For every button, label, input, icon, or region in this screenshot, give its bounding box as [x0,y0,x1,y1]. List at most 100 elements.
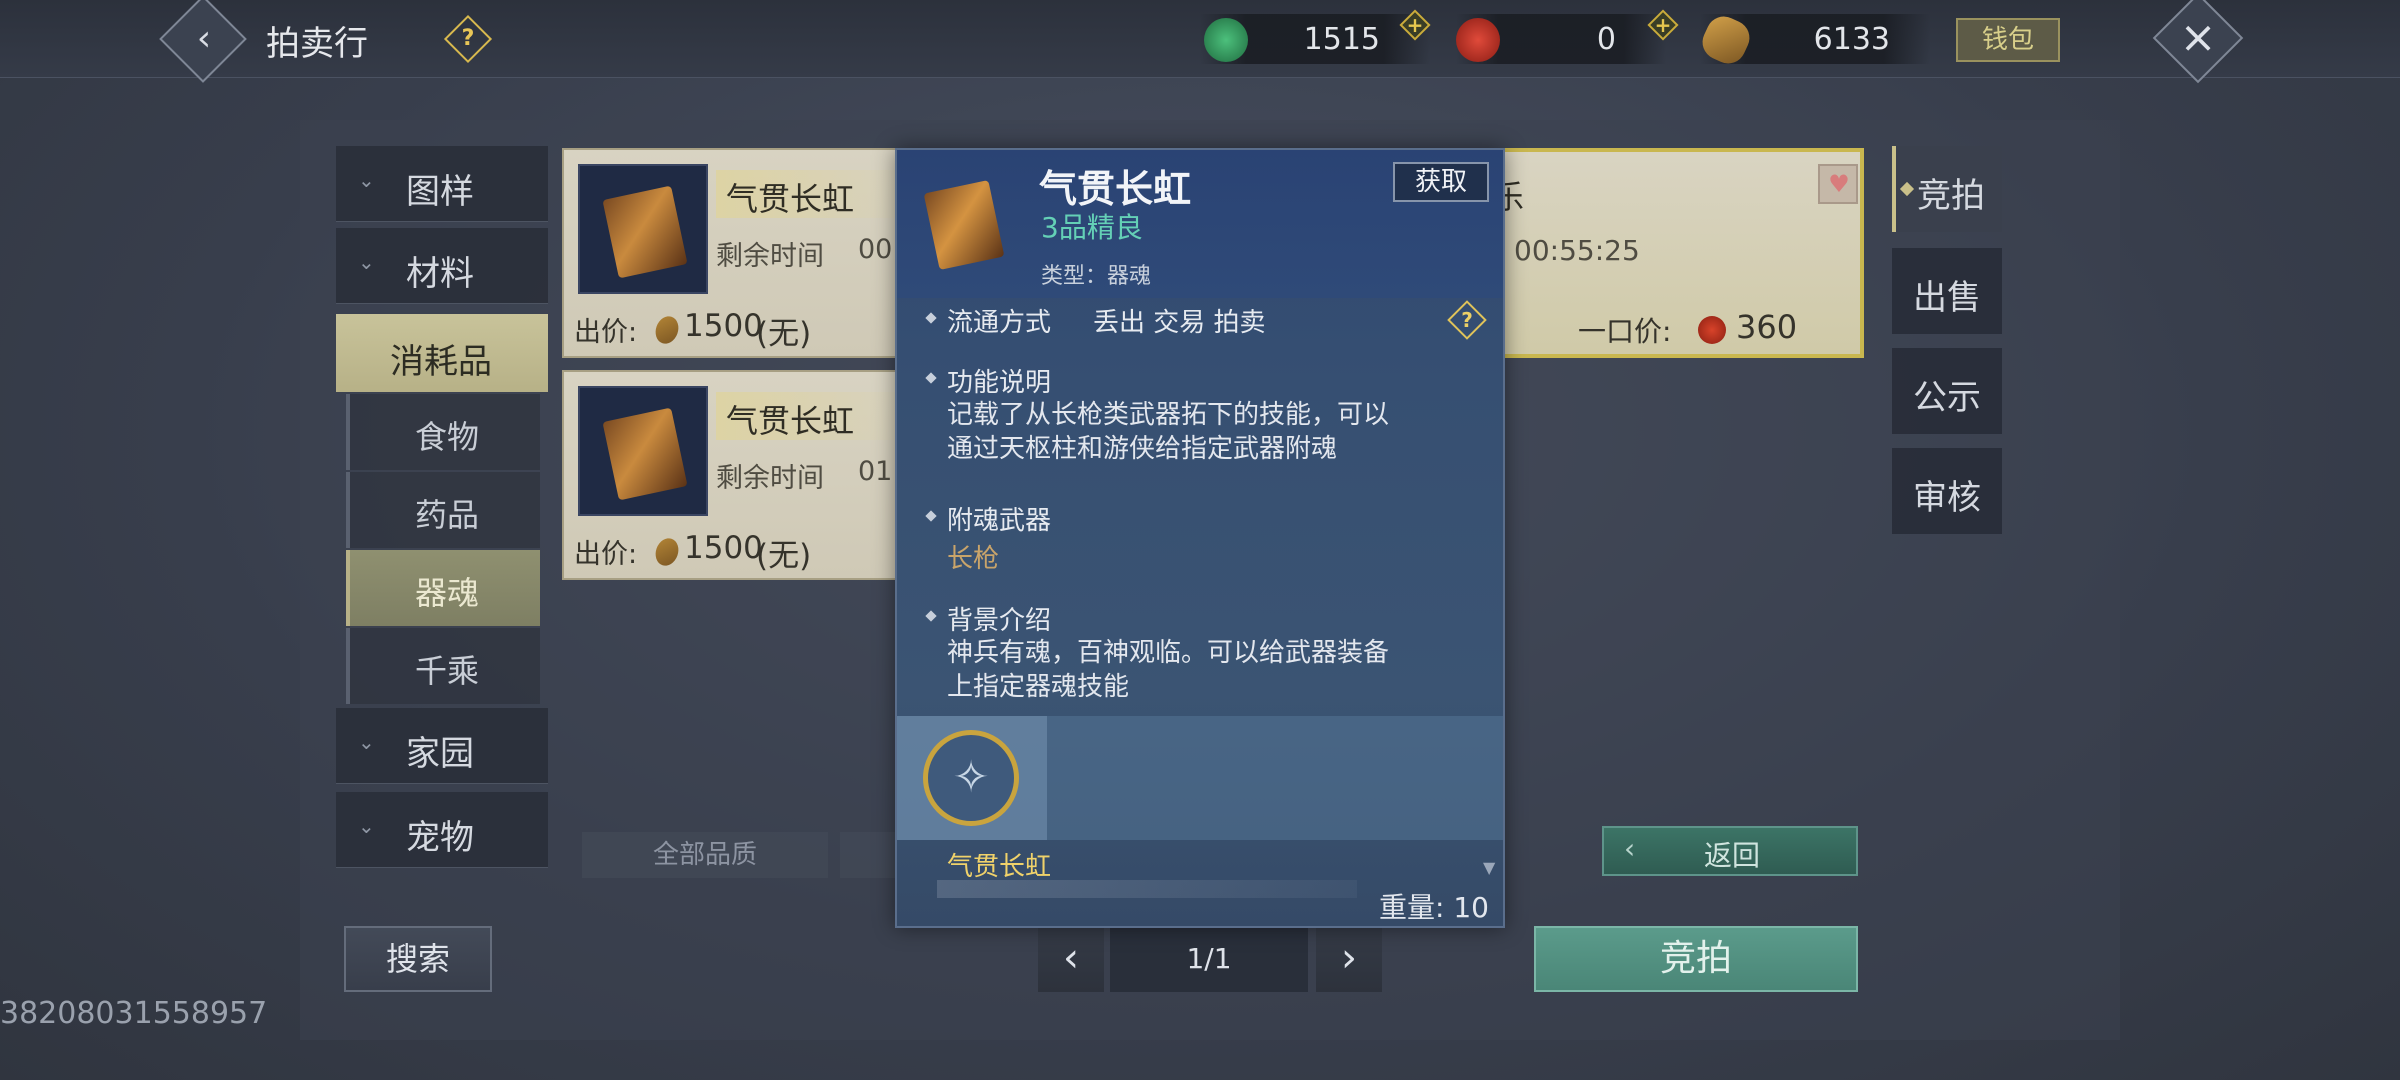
tab-public[interactable]: 公示 [1892,348,2002,434]
soul-skill-slot[interactable]: ✧ [897,716,1047,840]
price-label: 出价: [574,317,638,348]
obtain-button[interactable]: 获取 [1393,162,1489,202]
trade-value: 丢出 交易 拍卖 [1093,308,1266,338]
category-consumables[interactable]: 消耗品 [336,314,548,392]
plus-icon[interactable]: + [1652,10,1674,40]
time-label: 剩余时间 [716,241,824,272]
background-text: 上指定器魂技能 [947,672,1130,702]
bullet-icon [925,610,937,622]
tooltip-item-name: 气贯长虹 [1039,167,1192,211]
soul-skill-row: ✧ [897,716,1503,840]
top-bar: ‹ 拍卖行 ? 1515 + 0 + 6133 钱包 × [0,0,2400,84]
buyout-label: 一口价: [1578,315,1672,348]
secondary-filter[interactable] [840,832,900,878]
category-label: 家园 [406,734,474,774]
tab-label: 出售 [1913,278,1981,318]
subcategory-medicine[interactable]: 药品 [346,472,540,548]
copper-coin-icon [1696,10,1756,70]
currency-value: 6133 [1813,22,1890,57]
page-title: 拍卖行 [266,24,368,64]
item-weight: 重量: 10 [1379,891,1489,924]
bullet-icon [925,510,937,522]
currency-jade: 1515 [1200,14,1430,64]
category-materials[interactable]: ⌄ 材料 [336,228,548,304]
chevron-down-icon: ⌄ [358,814,375,838]
subcategory-food[interactable]: 食物 [346,394,540,470]
buyout-value: 360 [1736,308,1798,346]
question-icon[interactable]: ? [1453,302,1481,338]
tooltip-header: 气贯长虹 3品精良 类型：器魂 获取 [897,150,1503,298]
chevron-down-icon: ⌄ [358,250,375,274]
time-value: 00 [858,234,893,265]
price-note: (无) [756,538,812,574]
tab-label: 竞拍 [1917,176,1985,216]
quality-filter[interactable]: 全部品质 [582,832,828,878]
time-value: 01 [858,456,893,487]
return-label: 返回 [1703,839,1760,872]
item-name: 气贯长虹 [726,180,855,218]
chevron-down-icon: ⌄ [358,730,375,754]
time-value: 00:55:25 [1514,234,1640,267]
price-label: 出价: [574,539,638,570]
tooltip-grade: 3品精良 [1041,211,1143,244]
page-indicator: 1/1 [1110,926,1308,992]
chevron-down-icon: ⌄ [358,168,375,192]
category-patterns[interactable]: ⌄ 图样 [336,146,548,222]
bullet-icon [925,312,937,324]
dragon-icon: ✧ [952,752,990,803]
trade-title: 流通方式 [947,308,1052,338]
tab-review[interactable]: 审核 [1892,448,2002,534]
tooltip-thumbnail [917,176,1013,272]
subcategory-label: 千乘 [414,652,479,690]
subcategory-chariot[interactable]: 千乘 [346,628,540,704]
item-name: 气贯长虹 [726,402,855,440]
scroll-icon [602,407,688,501]
question-icon[interactable]: ? [451,20,485,58]
player-uid: 38208031558957 [0,996,268,1031]
close-icon[interactable]: × [2166,6,2230,70]
currency-copper: 6133 [1696,10,1930,70]
tooltip-type: 类型：器魂 [1041,264,1152,289]
item-tooltip: 气贯长虹 3品精良 类型：器魂 获取 流通方式 丢出 交易 拍卖 ? 功能说明 … [895,148,1505,928]
scroll-icon [602,185,688,279]
tab-sell[interactable]: 出售 [1892,248,2002,334]
wallet-button[interactable]: 钱包 [1956,18,2060,62]
subcategory-weapon-soul[interactable]: 器魂 [346,550,540,626]
tab-label: 审核 [1913,478,1981,518]
weapon-value: 长枪 [947,544,1000,574]
background-text: 神兵有魂，百神观临。可以给武器装备 [947,638,1390,668]
prev-page-button[interactable]: ‹ [1038,926,1104,992]
item-thumbnail [578,386,708,516]
category-label: 图样 [406,172,474,212]
heart-icon[interactable]: ♥ [1824,164,1854,204]
copper-coin-icon [651,535,683,569]
return-button[interactable]: ‹ 返回 [1602,826,1858,876]
category-pets[interactable]: ⌄ 宠物 [336,792,548,868]
currency-value: 1515 [1303,22,1380,57]
category-label: 消耗品 [390,342,492,382]
bid-button[interactable]: 竞拍 [1534,926,1858,992]
function-text: 通过天枢柱和游侠给指定武器附魂 [947,434,1338,464]
copper-coin-icon [651,313,683,347]
currency-value: 0 [1596,22,1616,57]
weapon-title: 附魂武器 [947,506,1052,536]
currency-red: 0 [1456,14,1666,64]
background-title: 背景介绍 [947,606,1052,636]
tab-label: 公示 [1913,378,1981,418]
subcategory-label: 器魂 [414,574,479,612]
item-thumbnail [578,164,708,294]
function-text: 记载了从长枪类武器拓下的技能，可以 [947,400,1390,430]
subcategory-label: 药品 [414,496,479,534]
plus-icon[interactable]: + [1404,10,1426,40]
category-home[interactable]: ⌄ 家园 [336,708,548,784]
scroll-down-icon[interactable]: ▼ [1483,858,1495,877]
category-label: 材料 [406,254,474,294]
chevron-left-icon[interactable]: ‹ [186,16,222,62]
bullet-icon [925,372,937,384]
search-button[interactable]: 搜索 [344,926,492,992]
category-label: 宠物 [406,818,474,858]
tab-bid[interactable]: 竞拍 [1892,146,2002,232]
time-label: 剩余时间 [716,463,824,494]
next-page-button[interactable]: › [1316,926,1382,992]
truncated-text [937,880,1357,898]
